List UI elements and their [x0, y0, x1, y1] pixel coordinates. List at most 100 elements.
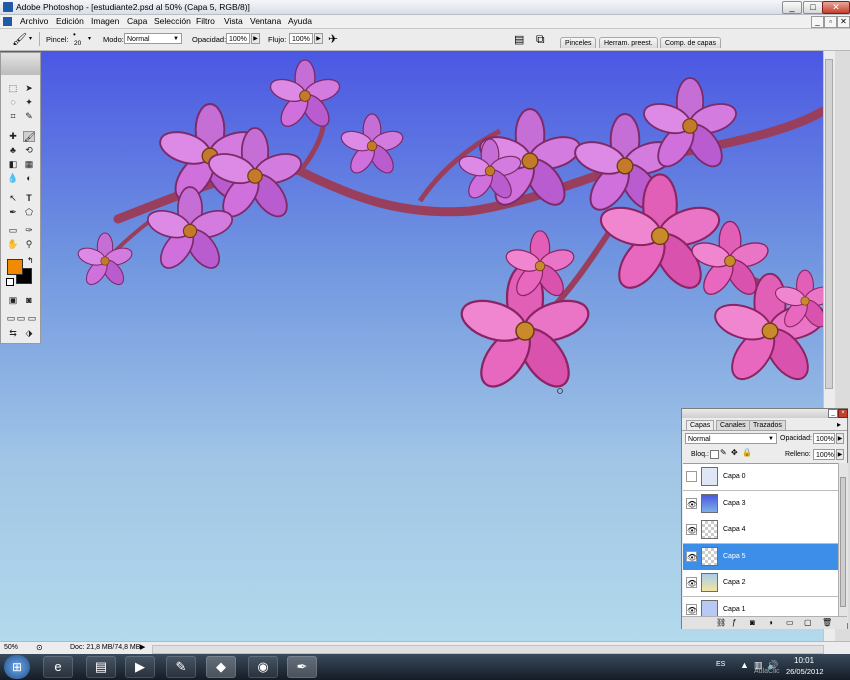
doc-restore-button[interactable]: ▫: [824, 16, 837, 28]
slice-tool-icon[interactable]: ✎: [23, 111, 35, 122]
layer-opacity-input[interactable]: 100%: [813, 433, 835, 444]
lock-pixels-icon[interactable]: ✎: [720, 448, 727, 457]
horizontal-scrollbar[interactable]: [152, 645, 824, 654]
eraser-tool-icon[interactable]: ◧: [7, 159, 19, 170]
menu-ventana[interactable]: Ventana: [250, 16, 281, 26]
layers-scrollbar[interactable]: [838, 463, 848, 623]
layer-row[interactable]: Capa 0: [683, 464, 838, 491]
marquee-tool-icon[interactable]: ⬚: [7, 83, 19, 94]
gradient-tool-icon[interactable]: ▦: [23, 159, 35, 170]
maximize-button[interactable]: □: [803, 1, 823, 14]
zoom-level[interactable]: 50%: [4, 644, 18, 651]
menu-archivo[interactable]: Archivo: [20, 16, 48, 26]
tray-arrow-icon[interactable]: ▲: [740, 660, 749, 670]
notes-tool-icon[interactable]: ▭: [7, 225, 19, 236]
history-brush-tool-icon[interactable]: ⟲: [23, 145, 35, 156]
layer-thumbnail[interactable]: [701, 520, 718, 540]
tab-pinceles[interactable]: Pinceles: [560, 37, 597, 48]
tab-capas[interactable]: Capas: [686, 420, 715, 430]
tab-herram-preest[interactable]: Herram. preest.: [599, 37, 658, 48]
minimize-button[interactable]: _: [782, 1, 802, 14]
photoshop-taskbar-icon[interactable]: ◆: [206, 656, 236, 678]
panel-menu-icon[interactable]: ▸: [837, 420, 841, 429]
foreground-color-swatch[interactable]: [7, 259, 23, 275]
link-layers-icon[interactable]: ⛓: [716, 618, 726, 627]
eye-icon[interactable]: 👁: [686, 524, 697, 536]
eye-icon[interactable]: 👁: [686, 550, 697, 562]
clock-time[interactable]: 10:01: [794, 656, 814, 665]
clock-date[interactable]: 26/05/2012: [786, 667, 824, 676]
airbrush-icon[interactable]: ✈: [328, 32, 338, 46]
default-colors-icon[interactable]: [6, 278, 14, 286]
adjustment-layer-icon[interactable]: ◑: [768, 618, 773, 627]
blur-tool-icon[interactable]: 💧: [7, 173, 19, 184]
imageready-app-icon[interactable]: ⬗: [23, 328, 35, 339]
magic-wand-tool-icon[interactable]: ✦: [23, 97, 35, 108]
pen-tool-icon[interactable]: ✒: [7, 207, 19, 218]
menu-filtro[interactable]: Filtro: [196, 16, 215, 26]
layer-row[interactable]: 👁 Capa 3: [683, 490, 838, 518]
brush-tool-icon[interactable]: 🖌: [12, 32, 27, 46]
dodge-tool-icon[interactable]: ◐: [23, 173, 35, 184]
eye-hidden-icon[interactable]: [686, 471, 697, 482]
eyedropper-tool-icon[interactable]: ✑: [23, 225, 35, 236]
zoom-tool-icon[interactable]: ⚲: [23, 239, 35, 250]
layer-row[interactable]: 👁 Capa 2: [683, 570, 838, 598]
tab-trazados[interactable]: Trazados: [749, 420, 786, 430]
menu-imagen[interactable]: Imagen: [91, 16, 119, 26]
fill-input[interactable]: 100%: [813, 449, 835, 460]
layer-thumbnail[interactable]: [701, 467, 718, 486]
palette-well-icon[interactable]: ⧉: [536, 32, 545, 47]
chrome-icon[interactable]: ◉: [248, 656, 278, 678]
eye-icon[interactable]: 👁: [686, 604, 697, 615]
new-group-icon[interactable]: ▭: [786, 618, 794, 627]
eye-icon[interactable]: 👁: [686, 577, 697, 589]
quick-mask-mode-icon[interactable]: ◙: [23, 295, 35, 306]
menu-seleccion[interactable]: Selección: [154, 16, 191, 26]
shape-tool-icon[interactable]: ⬠: [23, 207, 35, 218]
layers-panel-titlebar[interactable]: _ ×: [682, 409, 848, 418]
lock-transparency-icon[interactable]: [710, 450, 719, 459]
layer-opacity-slider-button[interactable]: ▶: [836, 433, 844, 444]
start-button[interactable]: ⊞: [4, 655, 30, 679]
lasso-tool-icon[interactable]: ◌: [7, 97, 19, 108]
layers-scrollbar-thumb[interactable]: [840, 477, 846, 607]
screen-mode-full-icon[interactable]: ▭: [26, 313, 38, 324]
flow-input[interactable]: 100%: [289, 33, 313, 44]
crop-tool-icon[interactable]: ⌗: [7, 111, 19, 122]
type-tool-icon[interactable]: T: [23, 193, 35, 204]
menu-edicion[interactable]: Edición: [56, 16, 84, 26]
fill-slider-button[interactable]: ▶: [836, 449, 844, 460]
internet-explorer-icon[interactable]: e: [43, 656, 73, 678]
layer-thumbnail[interactable]: [701, 546, 718, 566]
brush-picker-arrow-icon[interactable]: ▾: [88, 35, 91, 42]
mode-select[interactable]: Normal ▼: [124, 33, 182, 44]
delete-layer-icon[interactable]: 🗑: [822, 618, 832, 627]
status-menu-arrow-icon[interactable]: ▶: [140, 643, 145, 651]
move-tool-icon[interactable]: ➤: [23, 83, 35, 94]
brush-tool-icon[interactable]: 🖌: [23, 131, 35, 142]
media-player-icon[interactable]: ▶: [125, 656, 155, 678]
standard-mode-icon[interactable]: ▣: [7, 295, 19, 306]
flow-slider-button[interactable]: ▶: [314, 33, 323, 44]
panel-close-icon[interactable]: ×: [838, 409, 848, 418]
imageready-jump-icon[interactable]: ⇆: [7, 328, 19, 339]
opacity-input[interactable]: 100%: [226, 33, 250, 44]
paint-app-icon[interactable]: ✎: [166, 656, 196, 678]
tool-preset-arrow-icon[interactable]: ▾: [29, 35, 32, 42]
eye-icon[interactable]: 👁: [686, 497, 697, 509]
panel-minimize-icon[interactable]: _: [828, 409, 838, 418]
brush-dot-icon[interactable]: •: [73, 30, 76, 39]
layer-mask-icon[interactable]: ◙: [750, 618, 755, 627]
close-button[interactable]: ✕: [822, 1, 850, 14]
blend-mode-select[interactable]: Normal ▼: [685, 433, 777, 444]
layer-row[interactable]: 👁 Capa 4: [683, 517, 838, 545]
clone-stamp-tool-icon[interactable]: ♣: [7, 145, 19, 156]
file-explorer-icon[interactable]: ▤: [86, 656, 116, 678]
doc-close-button[interactable]: ✕: [837, 16, 850, 28]
lock-position-icon[interactable]: ✥: [731, 448, 738, 457]
layer-thumbnail[interactable]: [701, 493, 718, 513]
path-selection-tool-icon[interactable]: ↖: [7, 193, 19, 204]
ps-menu-icon[interactable]: [3, 17, 12, 26]
tab-comp-de-capas[interactable]: Comp. de capas: [660, 37, 721, 48]
